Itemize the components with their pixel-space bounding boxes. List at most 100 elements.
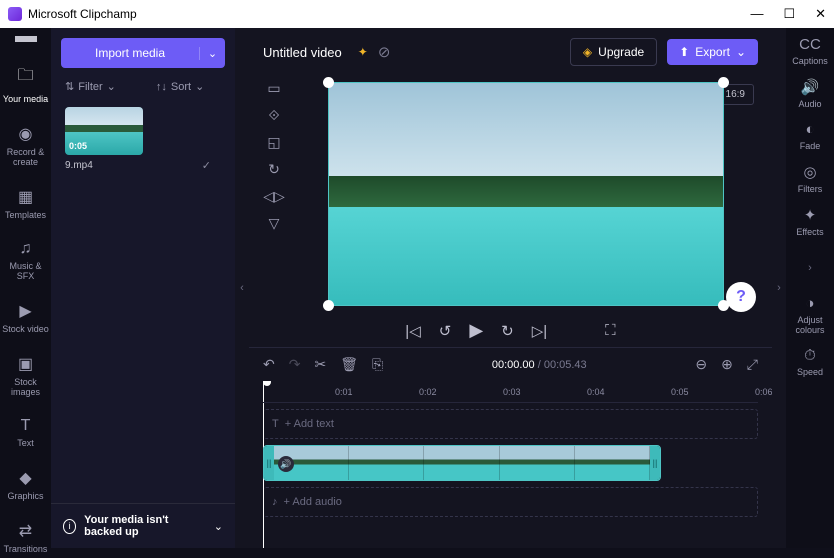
nav-your-media[interactable]: 🗀Your media [0, 60, 51, 108]
sort-button[interactable]: ↑↓Sort⌄ [156, 80, 204, 93]
info-icon: i [63, 519, 76, 534]
timeline-toolbar: ↶ ↷ ✂ 🗑 ⎘ 00:00.00 / 00:05.43 ⊖ ⊕ ⤢ [249, 347, 772, 381]
check-icon: ✓ [202, 159, 211, 172]
forward-icon[interactable]: ↻ [501, 322, 514, 340]
nav-graphics[interactable]: ◆Graphics [0, 464, 51, 505]
undo-icon[interactable]: ↶ [263, 356, 275, 373]
preview-canvas[interactable] [328, 82, 724, 306]
upgrade-button[interactable]: ◈Upgrade [570, 38, 657, 66]
filter-button[interactable]: ⇅Filter⌄ [65, 80, 116, 93]
nav-transitions[interactable]: ⇄Transitions [0, 517, 51, 558]
duplicate-icon[interactable]: ⎘ [372, 356, 383, 373]
zoom-in-icon[interactable]: ⊕ [721, 356, 733, 373]
skip-end-icon[interactable]: ▷| [532, 322, 547, 340]
nav-music-sfx[interactable]: ♫Music & SFX [0, 236, 51, 285]
left-sidebar: 🗀Your media ◉Record & create ▦Templates … [0, 28, 51, 548]
camera-icon: ◉ [19, 124, 33, 144]
import-dropdown-icon[interactable]: ⌄ [199, 47, 225, 60]
fullscreen-icon[interactable]: ⛶ [605, 322, 616, 339]
zoom-fit-icon[interactable]: ⤢ [747, 356, 758, 373]
nav-stock-images[interactable]: ▣Stock images [0, 350, 51, 401]
minimize-button[interactable]: — [750, 6, 763, 22]
nav-effects[interactable]: ✦Effects [796, 206, 823, 237]
collapse-panel-left[interactable]: ‹ [235, 28, 249, 548]
project-title[interactable]: Untitled video [263, 45, 342, 60]
timeline-ruler[interactable]: 0:01 0:02 0:03 0:04 0:05 0:06 [263, 381, 758, 403]
split-icon[interactable]: ✂ [314, 356, 326, 373]
delete-icon[interactable]: 🗑 [340, 356, 358, 373]
nav-templates[interactable]: ▦Templates [0, 183, 51, 224]
nav-filters[interactable]: ◎Filters [798, 163, 823, 194]
close-button[interactable]: ✕ [815, 6, 826, 22]
crop-icon[interactable]: ⟐ [268, 107, 279, 124]
help-button[interactable]: ? [726, 282, 756, 312]
nav-adjust-colours[interactable]: ◑Adjust colours [786, 295, 834, 335]
right-sidebar: CCCaptions 🔊Audio ◐Fade ◎Filters ✦Effect… [786, 28, 834, 548]
play-button[interactable]: ▶ [469, 320, 483, 341]
playback-controls: |◁ ↺ ▶ ↻ ▷| ⛶ [249, 312, 772, 347]
rotate-icon[interactable]: ↻ [268, 161, 280, 178]
flip-v-icon[interactable]: ▽ [269, 215, 280, 232]
chevron-down-icon: ⌄ [195, 80, 204, 93]
collapse-panel-right[interactable]: › [772, 28, 786, 548]
hamburger-menu-icon[interactable] [15, 36, 37, 42]
app-logo-icon [8, 7, 22, 21]
fit-icon[interactable]: ▭ [267, 80, 280, 97]
clip-handle-left[interactable]: || [264, 446, 274, 480]
maximize-button[interactable]: ☐ [783, 6, 795, 22]
captions-icon: CC [799, 36, 821, 53]
media-filename: 9.mp4 [65, 160, 93, 171]
text-icon: T [272, 418, 279, 430]
window-titlebar: Microsoft Clipchamp — ☐ ✕ [0, 0, 834, 28]
templates-icon: ▦ [18, 187, 33, 207]
filters-icon: ◎ [803, 163, 816, 181]
transitions-icon: ⇄ [19, 521, 32, 541]
nav-stock-video[interactable]: ▶Stock video [0, 297, 51, 338]
filter-icon: ⇅ [65, 80, 74, 93]
chevron-down-icon: ⌄ [214, 520, 223, 533]
flip-h-icon[interactable]: ◁▷ [263, 188, 285, 205]
media-panel: Import media ⌄ ⇅Filter⌄ ↑↓Sort⌄ 0:05 9.m… [51, 28, 235, 548]
backup-notice[interactable]: i Your media isn't backed up ⌄ [51, 503, 235, 548]
folder-icon: 🗀 [17, 64, 33, 91]
nav-text[interactable]: TText [0, 413, 51, 452]
visibility-off-icon[interactable]: ⊘ [378, 43, 391, 61]
app-title: Microsoft Clipchamp [28, 7, 137, 21]
text-track[interactable]: T+ Add text [263, 409, 758, 439]
resize-handle[interactable] [323, 300, 334, 311]
premium-badge-icon: ✦ [358, 45, 368, 59]
video-clip[interactable]: || 🔊 || [263, 445, 661, 481]
sort-icon: ↑↓ [156, 81, 167, 93]
export-button[interactable]: ⬆Export⌄ [667, 39, 758, 65]
speaker-icon[interactable]: 🔊 [278, 456, 294, 472]
timecode: 00:00.00 / 00:05.43 [397, 359, 681, 371]
zoom-out-icon[interactable]: ⊖ [695, 356, 707, 373]
timeline[interactable]: 0:01 0:02 0:03 0:04 0:05 0:06 T+ Add tex… [249, 381, 772, 548]
music-icon: ♪ [272, 496, 278, 508]
nav-audio[interactable]: 🔊Audio [798, 78, 821, 109]
resize-handle[interactable] [323, 77, 334, 88]
collapse-right-icon[interactable]: › [808, 253, 812, 283]
nav-record-create[interactable]: ◉Record & create [0, 120, 51, 171]
image-icon: ▣ [18, 354, 33, 374]
import-media-button[interactable]: Import media ⌄ [61, 38, 225, 68]
nav-captions[interactable]: CCCaptions [792, 36, 828, 66]
nav-fade[interactable]: ◐Fade [800, 121, 821, 151]
pip-icon[interactable]: ◱ [267, 134, 280, 151]
redo-icon[interactable]: ↷ [289, 356, 301, 373]
audio-track[interactable]: ♪+ Add audio [263, 487, 758, 517]
rewind-icon[interactable]: ↺ [439, 322, 452, 340]
playhead-handle[interactable] [263, 381, 271, 386]
resize-handle[interactable] [718, 77, 729, 88]
canvas-tools: ▭ ⟐ ◱ ↻ ◁▷ ▽ [259, 80, 289, 306]
diamond-icon: ◈ [583, 45, 592, 59]
video-icon: ▶ [19, 301, 31, 321]
clip-handle-right[interactable]: || [650, 446, 660, 480]
skip-start-icon[interactable]: |◁ [405, 322, 420, 340]
speed-icon: ⏱ [804, 347, 816, 364]
fade-icon: ◐ [805, 121, 814, 138]
media-duration: 0:05 [69, 141, 87, 151]
media-thumbnail[interactable]: 0:05 [65, 107, 143, 155]
music-icon: ♫ [20, 240, 32, 258]
nav-speed[interactable]: ⏱Speed [797, 347, 823, 377]
